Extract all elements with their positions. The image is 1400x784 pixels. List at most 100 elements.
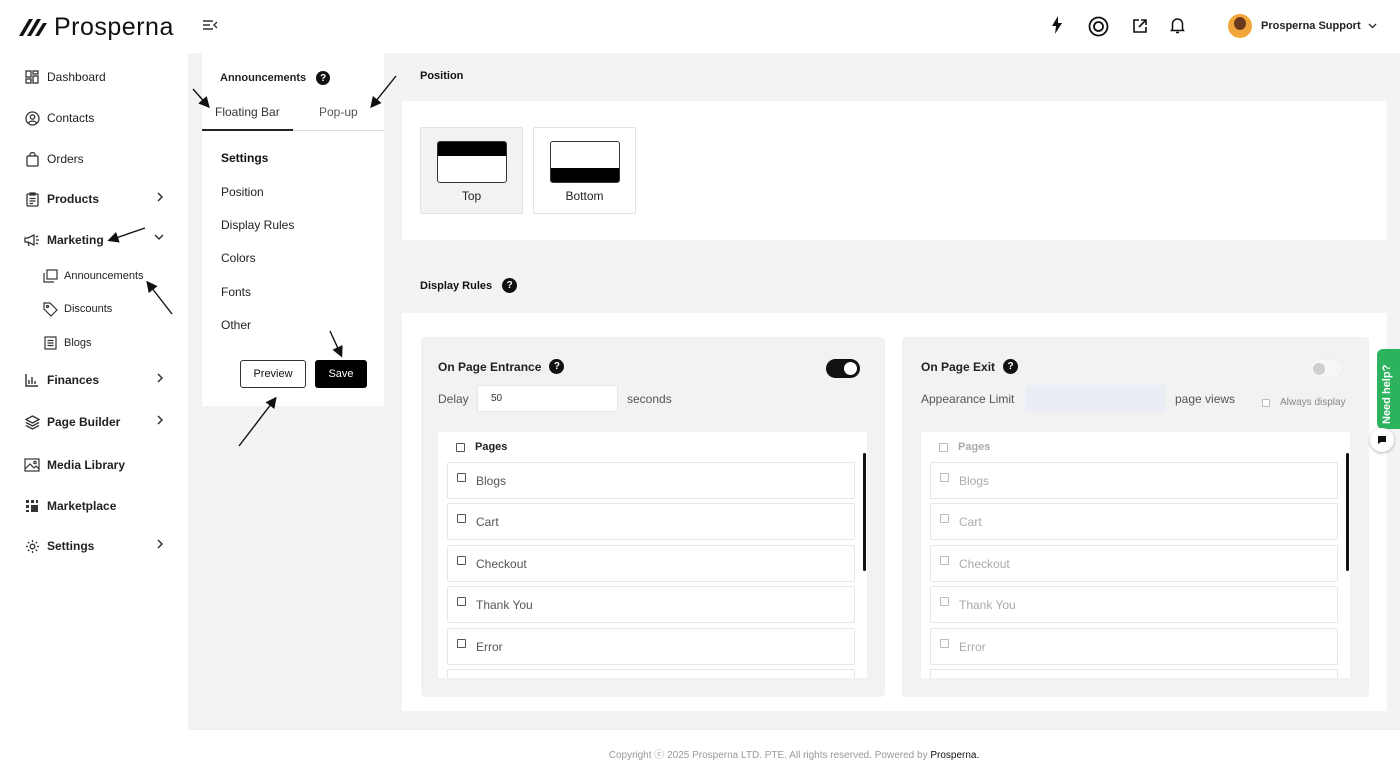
sidebar-subitem-announcements[interactable]: Announcements <box>0 261 188 291</box>
page-checkbox[interactable] <box>457 639 466 648</box>
sidebar-subitem-label: Blogs <box>64 337 92 349</box>
page-label: Blogs <box>476 473 507 488</box>
sidebar-item-settings[interactable]: Settings <box>0 528 188 564</box>
sidebar-item-orders[interactable]: Orders <box>0 141 188 177</box>
sidebar-subitem-blogs[interactable]: Blogs <box>0 328 188 358</box>
tab-pop-up[interactable]: Pop-up <box>319 105 358 119</box>
page-row-more[interactable] <box>447 669 855 678</box>
page-label: Error <box>476 639 503 654</box>
collapse-menu-icon[interactable] <box>202 18 218 32</box>
appearance-limit-input[interactable] <box>1025 385 1166 412</box>
top-header: Prosperna Support <box>188 0 1400 53</box>
sidebar-item-label: Dashboard <box>47 70 106 84</box>
page-label: Cart <box>476 514 499 529</box>
need-help-tab[interactable]: Need help? <box>1377 349 1400 429</box>
announcement-settings-panel: Announcements ? Floating Bar Pop-up Sett… <box>202 53 384 406</box>
panel-title: Announcements ? <box>220 71 331 85</box>
chat-bubble-icon <box>1377 435 1387 445</box>
avatar <box>1228 14 1252 38</box>
logo[interactable]: Prosperna <box>18 12 174 42</box>
preview-button[interactable]: Preview <box>240 360 306 388</box>
settings-link-other[interactable]: Other <box>221 318 251 332</box>
sidebar-item-media-library[interactable]: Media Library <box>0 447 188 483</box>
page-label: Thank You <box>476 597 533 612</box>
scrollbar[interactable] <box>1346 453 1349 571</box>
page-row-thank-you[interactable]: Thank You <box>447 586 855 623</box>
page-row-more[interactable] <box>930 669 1338 678</box>
page-exit-toggle[interactable] <box>1309 359 1343 378</box>
arrow-annotation <box>238 396 277 447</box>
settings-link-display-rules[interactable]: Display Rules <box>221 218 294 232</box>
page-checkbox[interactable] <box>940 597 949 606</box>
sidebar-item-contacts[interactable]: Contacts <box>0 100 188 136</box>
sidebar-item-finances[interactable]: Finances <box>0 362 188 398</box>
user-name: Prosperna Support <box>1261 20 1361 32</box>
position-card: Top Bottom <box>402 101 1387 240</box>
target-icon[interactable] <box>1088 16 1109 37</box>
position-option-top[interactable]: Top <box>420 127 523 214</box>
marketplace-icon <box>23 497 41 515</box>
page-entrance-toggle[interactable] <box>826 359 860 378</box>
page-checkbox[interactable] <box>457 473 466 482</box>
help-icon[interactable]: ? <box>549 359 565 374</box>
chevron-right-icon <box>156 539 164 549</box>
page-checkbox[interactable] <box>457 597 466 606</box>
settings-link-colors[interactable]: Colors <box>221 251 256 265</box>
pages-header-label: Pages <box>475 441 508 453</box>
scrollbar[interactable] <box>863 453 866 571</box>
settings-link-fonts[interactable]: Fonts <box>221 285 251 299</box>
footer-brand-link[interactable]: Prosperna. <box>930 750 979 761</box>
page-row-thank-you[interactable]: Thank You <box>930 586 1338 623</box>
save-button[interactable]: Save <box>315 360 367 388</box>
always-display-checkbox[interactable] <box>1262 398 1270 407</box>
sidebar-item-label: Marketplace <box>47 499 117 513</box>
page-checkbox[interactable] <box>940 473 949 482</box>
page-row-error[interactable]: Error <box>447 628 855 665</box>
document-icon <box>42 335 58 351</box>
tab-floating-bar[interactable]: Floating Bar <box>215 105 280 119</box>
position-section-label: Position <box>420 70 464 82</box>
page-label: Thank You <box>959 597 1016 612</box>
page-checkbox[interactable] <box>457 556 466 565</box>
copyright: Copyright ⓒ 2025 Prosperna LTD. PTE. All… <box>188 746 1400 761</box>
page-checkbox[interactable] <box>457 514 466 523</box>
sidebar-item-label: Media Library <box>47 458 126 472</box>
sidebar-item-products[interactable]: Products <box>0 181 188 217</box>
bell-icon[interactable] <box>1170 17 1185 34</box>
lightning-icon[interactable] <box>1051 16 1063 34</box>
page-checkbox[interactable] <box>940 514 949 523</box>
user-profile-menu[interactable]: Prosperna Support <box>1228 14 1377 38</box>
sidebar-subitem-label: Discounts <box>64 303 113 315</box>
bar-chart-icon <box>23 371 41 389</box>
page-row-checkout[interactable]: Checkout <box>447 545 855 582</box>
help-icon[interactable]: ? <box>1003 359 1019 374</box>
page-row-error[interactable]: Error <box>930 628 1338 665</box>
page-checkbox[interactable] <box>940 639 949 648</box>
page-row-cart[interactable]: Cart <box>930 503 1338 540</box>
always-display-option[interactable]: Always display <box>1262 397 1346 408</box>
page-row-checkout[interactable]: Checkout <box>930 545 1338 582</box>
select-all-pages-checkbox[interactable] <box>939 442 948 452</box>
page-row-blogs[interactable]: Blogs <box>930 462 1338 499</box>
page-checkbox[interactable] <box>940 556 949 565</box>
position-option-bottom[interactable]: Bottom <box>533 127 636 214</box>
sidebar-item-marketplace[interactable]: Marketplace <box>0 488 188 524</box>
chevron-down-icon <box>154 233 164 241</box>
chat-button[interactable] <box>1370 428 1394 452</box>
megaphone-icon <box>23 231 41 249</box>
gear-icon <box>23 537 41 555</box>
page-row-cart[interactable]: Cart <box>447 503 855 540</box>
sidebar-item-dashboard[interactable]: Dashboard <box>0 59 188 95</box>
help-icon[interactable]: ? <box>316 71 331 85</box>
external-link-icon[interactable] <box>1132 18 1148 34</box>
sidebar-item-page-builder[interactable]: Page Builder <box>0 404 188 440</box>
delay-input[interactable] <box>477 385 618 412</box>
help-icon[interactable]: ? <box>502 278 518 293</box>
settings-nav: Settings Position Display Rules Colors F… <box>221 151 294 332</box>
position-option-label: Top <box>461 189 482 203</box>
select-all-pages-checkbox[interactable] <box>456 442 465 452</box>
sidebar-item-marketing[interactable]: Marketing <box>0 222 188 258</box>
settings-link-position[interactable]: Position <box>221 185 264 199</box>
sidebar-subitem-discounts[interactable]: Discounts <box>0 294 188 324</box>
page-row-blogs[interactable]: Blogs <box>447 462 855 499</box>
